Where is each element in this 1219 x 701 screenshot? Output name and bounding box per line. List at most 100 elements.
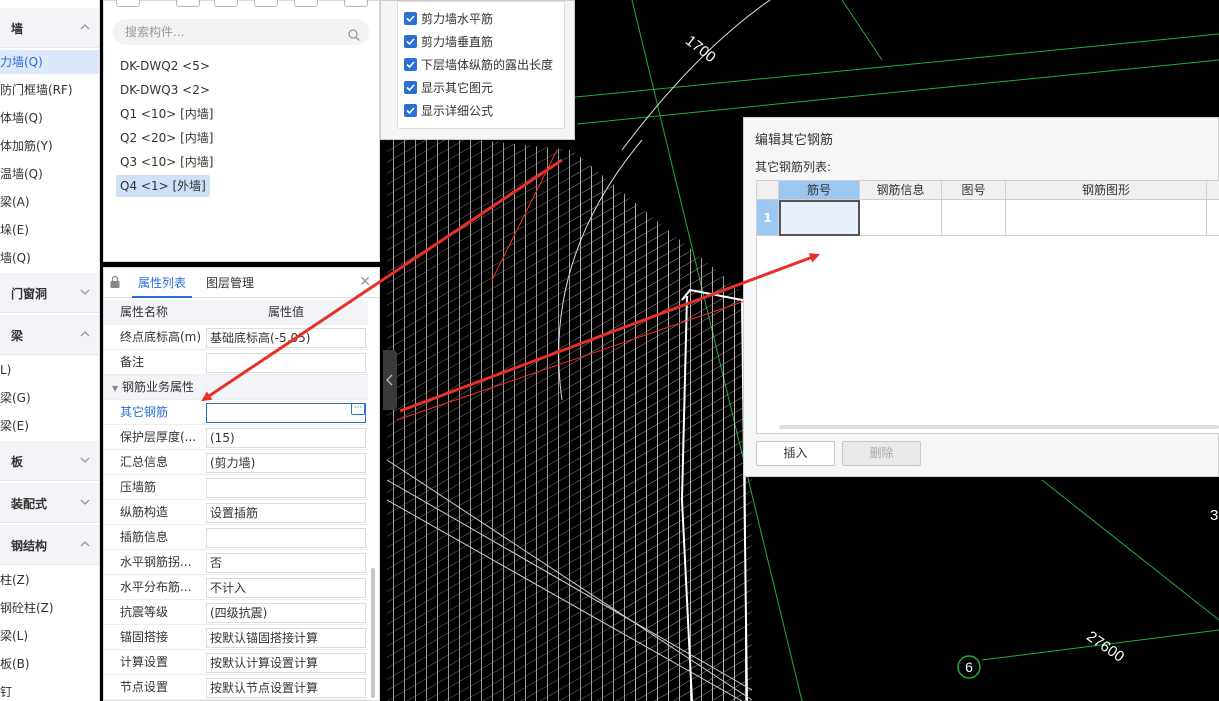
scrollbar[interactable] <box>371 568 375 698</box>
property-value[interactable]: (15) <box>206 428 366 448</box>
close-icon[interactable]: ✕ <box>359 274 371 290</box>
property-value[interactable] <box>206 353 366 373</box>
nav-category-slab[interactable]: 板 <box>0 441 99 481</box>
option-show-other-elements[interactable]: 显示其它图元 <box>404 79 493 97</box>
toolbar-button[interactable] <box>214 0 238 7</box>
nav-item[interactable]: 钉 <box>0 680 99 701</box>
checkbox-checked-icon[interactable] <box>404 104 417 117</box>
nav-item[interactable]: 体墙(Q) <box>0 106 99 130</box>
grid-cell-extra[interactable] <box>1207 200 1219 236</box>
search-icon[interactable] <box>347 25 361 41</box>
toolbar-button[interactable] <box>294 0 318 7</box>
property-value[interactable] <box>206 403 366 423</box>
property-header: 属性名称 属性值 <box>104 300 368 325</box>
component-item[interactable]: Q1 <10> [内墙] <box>116 103 217 125</box>
property-value[interactable]: 按默认锚固搭接计算 <box>206 628 366 648</box>
nav-item[interactable]: L) <box>0 358 99 382</box>
grid-header-bar-number[interactable]: 筋号 <box>779 181 860 200</box>
chevron-down-icon[interactable] <box>78 453 92 467</box>
nav-item[interactable]: 梁(A) <box>0 190 99 214</box>
nav-category-steel[interactable]: 钢结构 <box>0 525 99 565</box>
option-shear-wall-vertical[interactable]: 剪力墙垂直筋 <box>404 33 493 51</box>
grid-cell-bar-info[interactable] <box>860 200 942 236</box>
grid-header-figure-no[interactable]: 图号 <box>942 181 1006 200</box>
nav-item[interactable]: 板(B) <box>0 652 99 676</box>
grid-cell-bar-shape[interactable] <box>1006 200 1207 236</box>
grid-header-bar-info[interactable]: 钢筋信息 <box>860 181 942 200</box>
property-row: 计算设置 按默认计算设置计算 <box>104 650 368 675</box>
option-lower-wall-exposed-length[interactable]: 下层墙体纵筋的露出长度 <box>404 56 553 74</box>
nav-category-beam[interactable]: 梁 <box>0 315 99 355</box>
checkbox-checked-icon[interactable] <box>404 35 417 48</box>
nav-item-shear-wall[interactable]: 力墙(Q) <box>0 50 99 74</box>
tab-property-list[interactable]: 属性列表 <box>132 268 193 298</box>
property-value[interactable]: 按默认节点设置计算 <box>206 678 366 698</box>
option-shear-wall-horizontal[interactable]: 剪力墙水平筋 <box>404 10 493 28</box>
checkbox-checked-icon[interactable] <box>404 58 417 71</box>
property-group[interactable]: ▼ 钢筋业务属性 <box>104 375 368 400</box>
grid-cell-figure-no[interactable] <box>942 200 1006 236</box>
checkbox-checked-icon[interactable] <box>404 81 417 94</box>
component-item[interactable]: DK-DWQ2 <5> <box>116 55 214 77</box>
axis-label: 6 <box>965 659 973 675</box>
dimension-label: 3 <box>1210 507 1218 524</box>
component-item[interactable]: Q2 <20> [内墙] <box>116 127 217 149</box>
nav-item[interactable]: 钢砼柱(Z) <box>0 596 99 620</box>
insert-button[interactable]: 插入 <box>756 441 835 466</box>
chevron-up-icon[interactable] <box>78 327 92 341</box>
grid-cell-bar-number[interactable] <box>779 200 860 236</box>
chevron-down-icon[interactable] <box>78 285 92 299</box>
nav-item[interactable]: 梁(G) <box>0 386 99 410</box>
caret-down-icon: ▼ <box>112 384 119 393</box>
property-row: 压墙筋 <box>104 475 368 500</box>
component-item[interactable]: DK-DWQ3 <2> <box>116 79 214 101</box>
property-value[interactable]: 否 <box>206 553 366 573</box>
nav-category-prefab[interactable]: 装配式 <box>0 483 99 523</box>
nav-category-label: 装配式 <box>11 497 48 511</box>
option-show-detail-formula[interactable]: 显示详细公式 <box>404 102 493 120</box>
property-row: 保护层厚度(... (15) <box>104 425 368 450</box>
property-value[interactable]: 基础底标高(-5.05) <box>206 328 366 348</box>
component-item[interactable]: Q3 <10> [内墙] <box>116 151 217 173</box>
grid-header-bar-shape[interactable]: 钢筋图形 <box>1006 181 1207 200</box>
scrollbar[interactable] <box>779 425 1219 429</box>
component-item-selected[interactable]: Q4 <1> [外墙] <box>116 175 210 197</box>
lock-icon[interactable] <box>109 275 121 289</box>
chevron-up-icon[interactable] <box>78 537 92 551</box>
dialog-subtitle: 其它钢筋列表: <box>755 160 832 174</box>
toolbar-button[interactable] <box>176 0 200 7</box>
checkbox-checked-icon[interactable] <box>404 12 417 25</box>
nav-category-label: 门窗洞 <box>11 287 48 301</box>
nav-item[interactable]: 温墙(Q) <box>0 162 99 186</box>
property-value[interactable] <box>206 478 366 498</box>
toolbar-button[interactable] <box>254 0 278 7</box>
nav-item[interactable]: 墙(Q) <box>0 246 99 270</box>
grid-line <box>1041 479 1219 621</box>
nav-item[interactable]: 梁(E) <box>0 414 99 438</box>
property-value[interactable]: 设置插筋 <box>206 503 366 523</box>
nav-item[interactable]: 梁(L) <box>0 624 99 648</box>
property-value[interactable] <box>206 528 366 548</box>
delete-button[interactable]: 删除 <box>842 441 921 466</box>
property-value[interactable]: (四级抗震) <box>206 603 366 623</box>
search-input[interactable]: 搜索构件... <box>113 19 369 45</box>
nav-item[interactable]: 体加筋(Y) <box>0 134 99 158</box>
nav-item[interactable]: 防门框墙(RF) <box>0 78 99 102</box>
nav-category-label: 板 <box>11 455 24 469</box>
property-value[interactable]: 按默认计算设置计算 <box>206 653 366 673</box>
nav-category-wall[interactable]: 墙 <box>0 8 99 48</box>
chevron-down-icon[interactable] <box>78 495 92 509</box>
nav-item[interactable]: 柱(Z) <box>0 568 99 592</box>
property-value[interactable]: 不计入 <box>206 578 366 598</box>
nav-category-label: 梁 <box>11 329 24 343</box>
property-value[interactable]: (剪力墙) <box>206 453 366 473</box>
nav-category-openings[interactable]: 门窗洞 <box>0 273 99 313</box>
grid-row-number[interactable]: 1 <box>757 200 779 236</box>
more-button[interactable]: ··· <box>351 403 365 415</box>
toolbar-button[interactable] <box>344 0 368 7</box>
chevron-up-icon[interactable] <box>78 20 92 34</box>
tab-layer-manage[interactable]: 图层管理 <box>200 268 260 298</box>
nav-item[interactable]: 垛(E) <box>0 218 99 242</box>
toolbar-button[interactable] <box>116 0 140 7</box>
collapse-handle[interactable] <box>383 350 397 410</box>
